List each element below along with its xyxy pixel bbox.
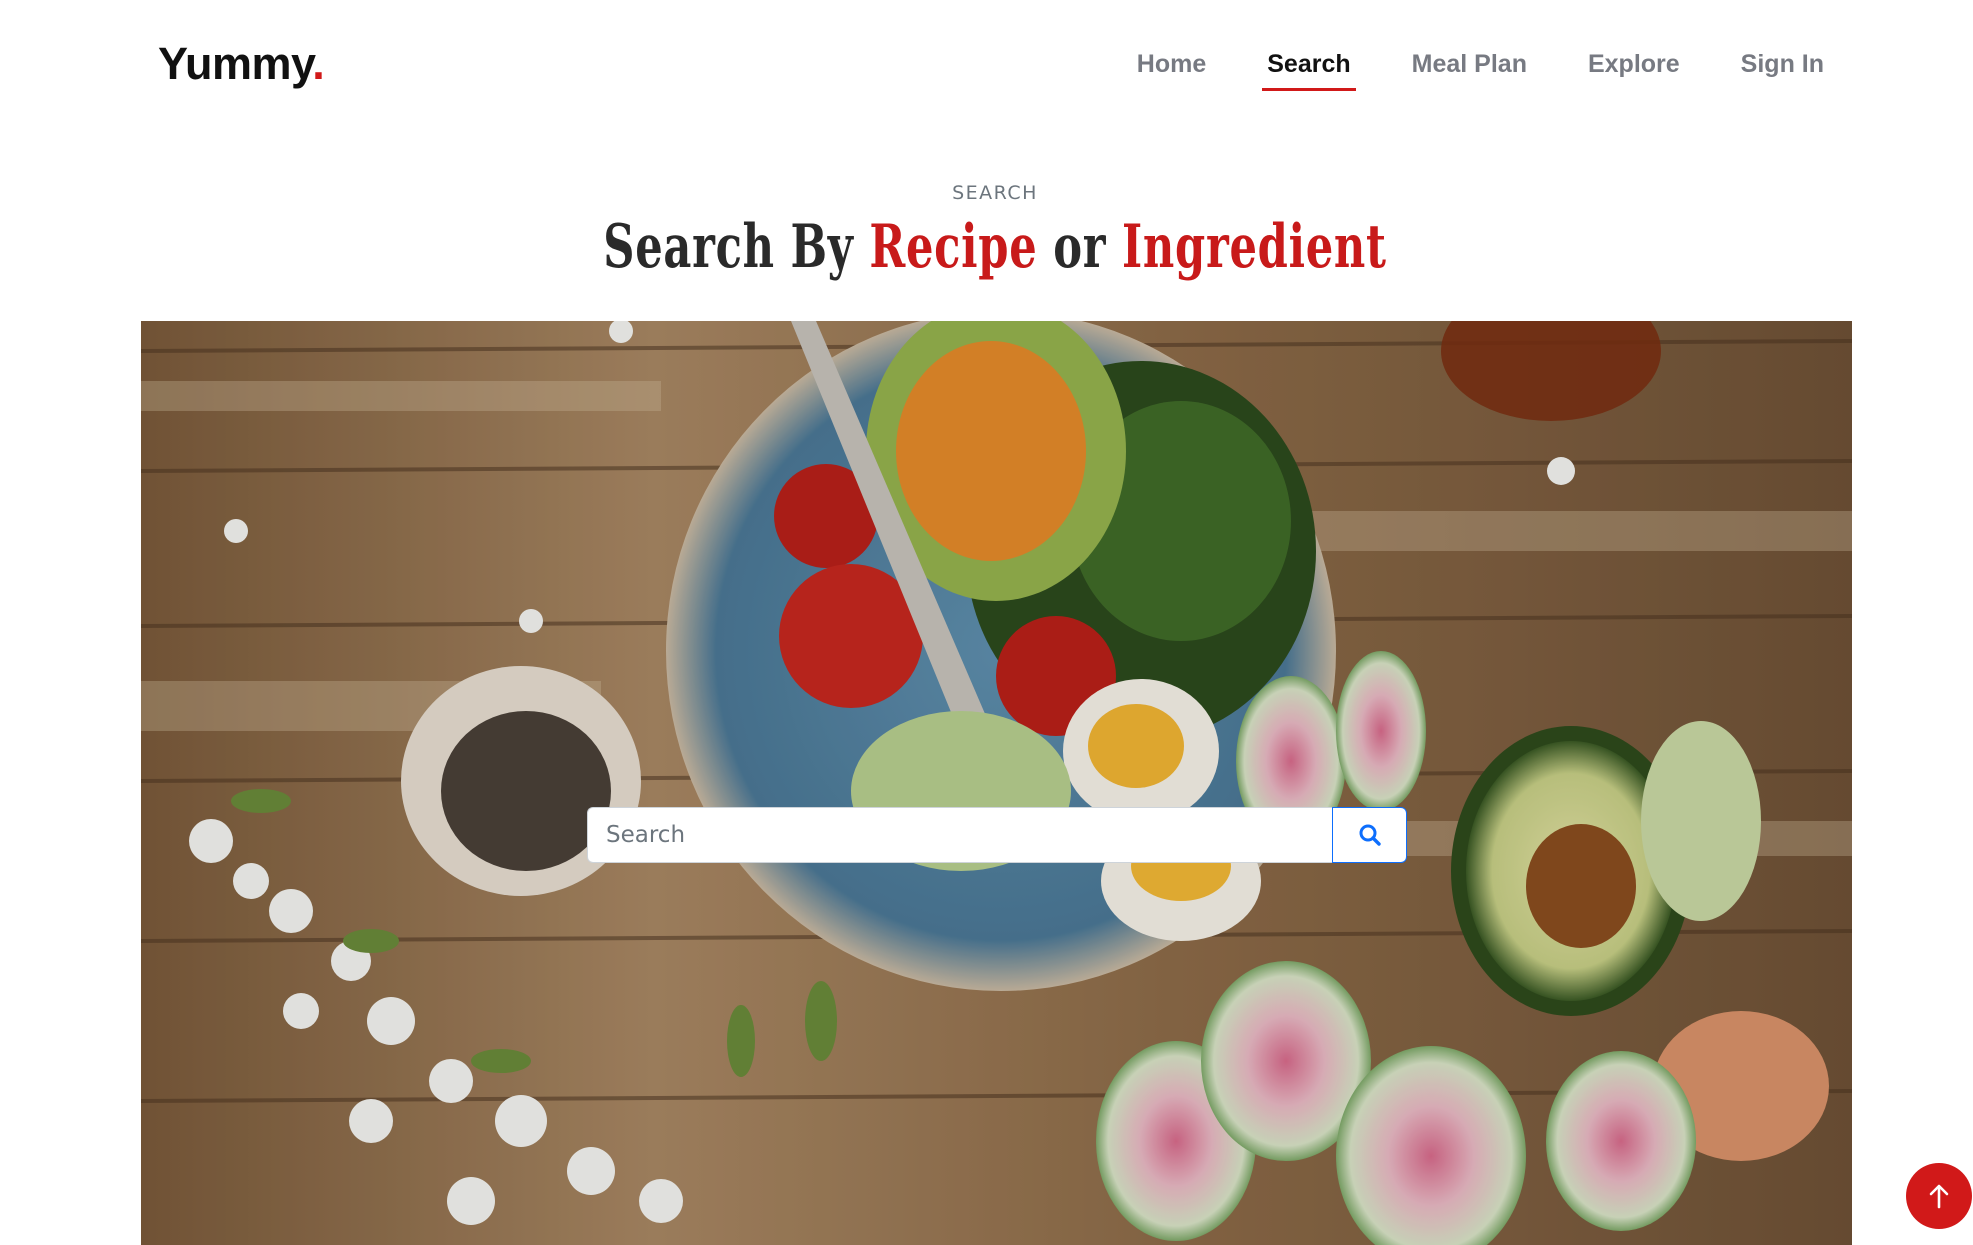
arrow-up-icon <box>1929 1184 1949 1209</box>
logo-text: Yummy <box>158 38 313 89</box>
nav-search[interactable]: Search <box>1262 48 1357 91</box>
title-text-2: or <box>1037 212 1122 282</box>
nav-meal-plan[interactable]: Meal Plan <box>1407 48 1532 91</box>
section-title: Search By Recipe or Ingredient <box>279 212 1712 282</box>
site-header: Yummy. Home Search Meal Plan Explore Sig… <box>0 0 1973 130</box>
section-kicker: SEARCH <box>952 182 1038 204</box>
search-icon <box>1359 824 1381 846</box>
scroll-to-top-button[interactable] <box>1906 1163 1972 1229</box>
main-nav: Home Search Meal Plan Explore Sign In <box>1132 48 1829 91</box>
title-accent-ingredient: Ingredient <box>1121 212 1387 282</box>
search-bar <box>587 807 1407 863</box>
search-input[interactable] <box>587 807 1332 863</box>
hero-food-image <box>141 321 1852 1245</box>
nav-sign-in[interactable]: Sign In <box>1736 48 1829 91</box>
logo-dot: . <box>312 38 325 89</box>
title-accent-recipe: Recipe <box>869 212 1038 282</box>
nav-explore[interactable]: Explore <box>1583 48 1685 91</box>
page: Yummy. Home Search Meal Plan Explore Sig… <box>0 0 1973 1245</box>
site-logo[interactable]: Yummy. <box>158 38 325 90</box>
search-button[interactable] <box>1332 807 1407 863</box>
food-photo-illustration <box>141 321 1852 1245</box>
title-text-1: Search By <box>603 212 870 282</box>
nav-home[interactable]: Home <box>1132 48 1211 91</box>
